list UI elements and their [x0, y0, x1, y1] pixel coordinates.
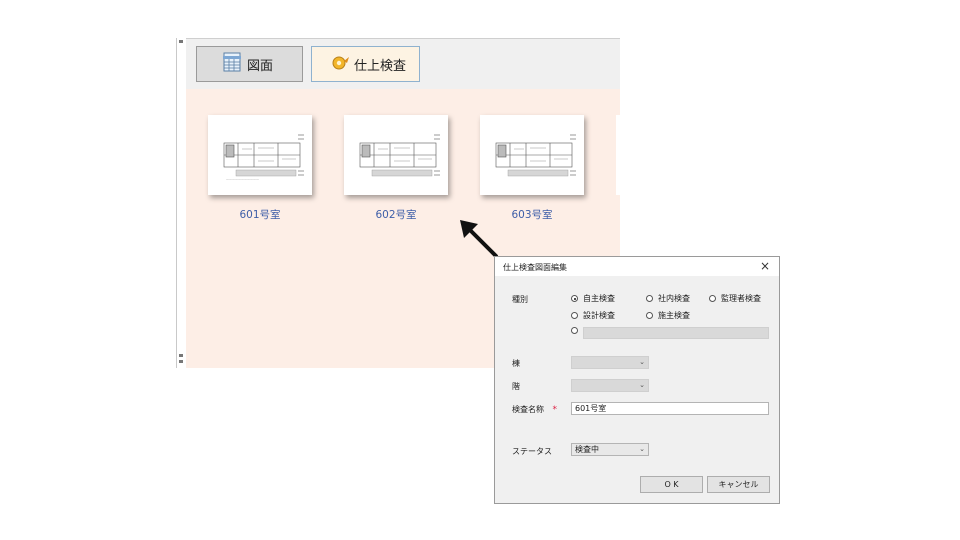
inspection-name-label: 検査名称 * [512, 404, 557, 415]
floor-plan-image [359, 134, 440, 177]
chevron-down-icon: ⌄ [639, 381, 645, 389]
drawing-button-label: 図面 [247, 58, 274, 74]
splitter-tick [179, 354, 183, 357]
inspection-name-input[interactable]: 601号室 [571, 402, 769, 415]
radio-owner-inspection[interactable]: 施主検査 [646, 310, 690, 321]
splitter-tick [179, 40, 183, 43]
splitter-tick [179, 360, 183, 363]
drawing-thumbnail[interactable] [480, 115, 584, 195]
floor-plan-image: ——————————— [223, 134, 304, 181]
radio-button[interactable] [571, 295, 578, 302]
drawing-thumbnail[interactable]: ——————————— [208, 115, 312, 195]
finish-inspection-label: 仕上検査 [354, 58, 407, 74]
status-label: ステータス [512, 447, 552, 456]
required-mark: * [552, 405, 558, 415]
edit-drawing-dialog: 仕上検査図面編集 × 種別 自主検査 社内検査 監理者検査 設計検査 施主検査 … [494, 256, 780, 504]
inspection-tape-icon [330, 52, 350, 76]
other-type-input[interactable] [583, 327, 769, 339]
radio-other[interactable] [571, 327, 583, 334]
cancel-button[interactable]: キャンセル [707, 476, 770, 493]
finish-inspection-button[interactable]: 仕上検査 [311, 46, 420, 82]
radio-self-inspection[interactable]: 自主検査 [571, 293, 615, 304]
drawing-thumbnail[interactable] [344, 115, 448, 195]
chevron-down-icon: ⌄ [639, 358, 645, 366]
close-icon[interactable]: × [760, 259, 770, 273]
ok-button[interactable]: O K [640, 476, 703, 493]
dialog-title: 仕上検査図面編集 [503, 263, 567, 272]
radio-supervisor-label: 監理者検査 [721, 294, 761, 303]
toolbar: 図面 仕上検査 [186, 38, 620, 90]
radio-design-inspection[interactable]: 設計検査 [571, 310, 615, 321]
radio-button[interactable] [646, 295, 653, 302]
status-select[interactable]: 検査中 ⌄ [571, 443, 649, 456]
radio-supervisor-inspection[interactable]: 監理者検査 [709, 293, 761, 304]
drawing-thumbnail-label[interactable]: 601号室 [208, 207, 312, 222]
floor-select[interactable]: ⌄ [571, 379, 649, 392]
drawing-thumbnail-partial [616, 115, 620, 195]
drawing-thumbnail-label[interactable]: 602号室 [344, 207, 448, 222]
radio-company-inspection[interactable]: 社内検査 [646, 293, 690, 304]
radio-owner-label: 施主検査 [658, 311, 690, 320]
svg-text:———————————: ——————————— [226, 177, 259, 181]
floor-plan-image [495, 134, 576, 177]
dialog-title-bar[interactable]: 仕上検査図面編集 × [495, 257, 779, 276]
radio-design-label: 設計検査 [583, 311, 615, 320]
radio-button[interactable] [571, 312, 578, 319]
radio-button[interactable] [709, 295, 716, 302]
radio-company-label: 社内検査 [658, 294, 690, 303]
status-select-value: 検査中 [575, 445, 599, 454]
building-label: 棟 [512, 359, 520, 368]
type-label: 種別 [512, 295, 528, 304]
radio-self-label: 自主検査 [583, 294, 615, 303]
building-select[interactable]: ⌄ [571, 356, 649, 369]
chevron-down-icon: ⌄ [639, 445, 645, 453]
radio-button[interactable] [646, 312, 653, 319]
radio-button[interactable] [571, 327, 578, 334]
floor-label: 階 [512, 382, 520, 391]
inspection-name-text: 検査名称 [512, 405, 544, 414]
grid-sheet-icon [221, 51, 243, 77]
drawing-button[interactable]: 図面 [196, 46, 303, 82]
